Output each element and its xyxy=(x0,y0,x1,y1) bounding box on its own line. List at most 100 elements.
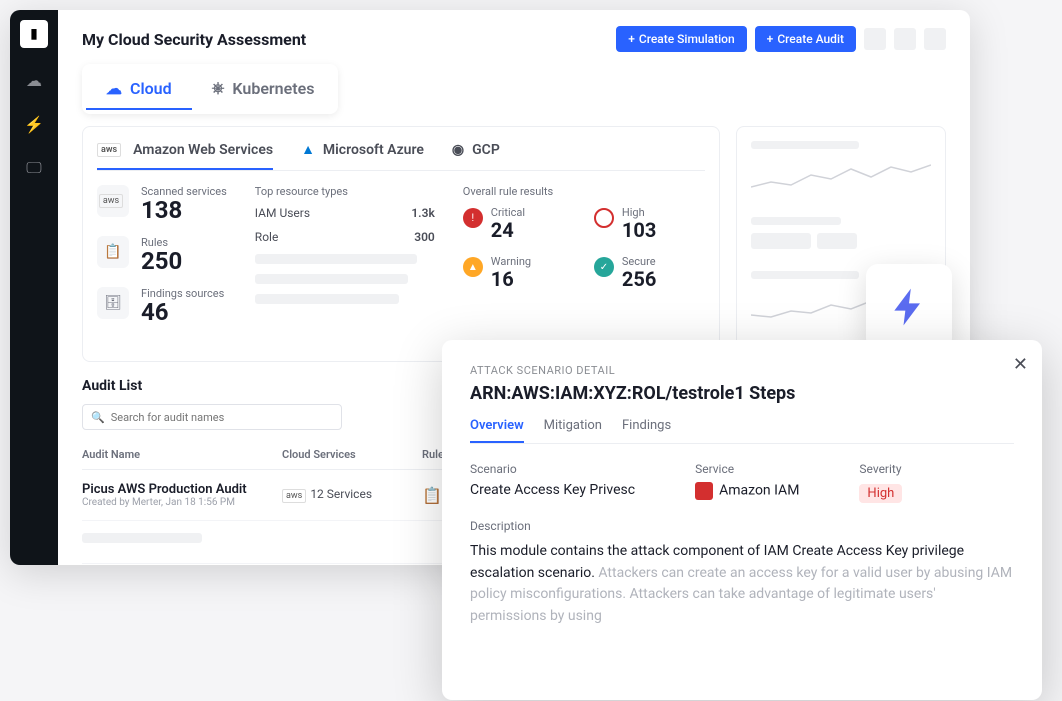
stat-findings: 🗄 Findings sources46 xyxy=(97,287,227,324)
database-icon: 🗄 xyxy=(97,287,129,319)
detail-description: Description This module contains the att… xyxy=(470,519,1014,628)
placeholder-line xyxy=(751,271,859,279)
desc-label: Description xyxy=(470,519,1014,533)
stat-scanned: aws Scanned services138 xyxy=(97,185,227,222)
detail-title: ARN:AWS:IAM:XYZ:ROL/testrole1 Steps xyxy=(470,383,1014,404)
meta-value: Create Access Key Privesc xyxy=(470,482,635,498)
placeholder-line xyxy=(751,141,859,149)
action-placeholder[interactable] xyxy=(924,28,946,50)
provider-gcp[interactable]: ◉ GCP xyxy=(452,141,500,170)
main-panel: awsAmazon Web Services ▲Microsoft Azure … xyxy=(82,126,720,362)
resource-label: Role xyxy=(255,230,279,244)
placeholder-line xyxy=(82,533,202,543)
resource-types: Top resource types IAM Users 1.3k Role 300 xyxy=(255,185,435,324)
rules-heading: Overall rule results xyxy=(463,185,705,198)
audit-name: Picus AWS Production Audit xyxy=(82,482,282,497)
critical-icon: ! xyxy=(463,208,483,228)
detail-tab-overview[interactable]: Overview xyxy=(470,418,524,443)
tab-kubernetes[interactable]: ⎈ Kubernetes xyxy=(192,68,335,110)
aws-icon: aws xyxy=(97,143,121,157)
create-audit-label: Create Audit xyxy=(777,32,844,46)
meta-severity: Severity High xyxy=(859,462,902,501)
audit-meta: Created by Merter, Jan 18 1:56 PM xyxy=(82,497,282,508)
sparkline-chart xyxy=(751,157,931,197)
k8s-icon: ⎈ xyxy=(212,78,225,98)
severity-badge: High xyxy=(859,484,902,503)
search-box[interactable]: 🔍 xyxy=(82,404,342,430)
clipboard-icon: 📋 xyxy=(97,236,129,268)
placeholder-chip xyxy=(751,233,811,249)
tab-cloud[interactable]: ☁ Cloud xyxy=(86,68,192,110)
resource-value: 300 xyxy=(414,230,435,244)
create-simulation-button[interactable]: + Create Simulation xyxy=(616,26,746,52)
left-sidebar: ▮ ☁ ⚡ 🖵 xyxy=(10,10,58,565)
rule-value: 103 xyxy=(622,219,656,241)
close-button[interactable]: ✕ xyxy=(1013,354,1028,375)
main-tabs: ☁ Cloud ⎈ Kubernetes xyxy=(82,64,338,114)
stat-rules-value: 250 xyxy=(141,249,182,273)
meta-label: Scenario xyxy=(470,462,635,476)
resource-value: 1.3k xyxy=(411,206,434,220)
placeholder-chip xyxy=(817,233,857,249)
aws-icon: aws xyxy=(282,489,306,503)
stats-grid: aws Scanned services138 📋 Rules250 🗄 Fin… xyxy=(97,185,705,324)
search-icon: 🔍 xyxy=(91,411,105,424)
stat-rules: 📋 Rules250 xyxy=(97,236,227,273)
meta-service: Service Amazon IAM xyxy=(695,462,799,501)
stat-scanned-value: 138 xyxy=(141,198,227,222)
page-title: My Cloud Security Assessment xyxy=(82,30,306,49)
provider-gcp-label: GCP xyxy=(472,142,500,158)
high-icon xyxy=(590,204,618,232)
monitor-icon[interactable]: 🖵 xyxy=(22,156,46,180)
detail-tab-findings[interactable]: Findings xyxy=(622,418,671,443)
resource-row: Role 300 xyxy=(255,230,435,244)
meta-scenario: Scenario Create Access Key Privesc xyxy=(470,462,635,501)
col-audit-name: Audit Name xyxy=(82,448,282,461)
action-placeholder[interactable] xyxy=(864,28,886,50)
create-audit-button[interactable]: + Create Audit xyxy=(755,26,856,52)
create-sim-label: Create Simulation xyxy=(639,32,735,46)
placeholder-row xyxy=(255,254,417,264)
attack-detail-panel: ✕ ATTACK SCENARIO DETAIL ARN:AWS:IAM:XYZ… xyxy=(442,340,1042,700)
gcp-icon: ◉ xyxy=(452,142,464,158)
placeholder-row xyxy=(255,294,399,304)
rule-value: 256 xyxy=(622,268,656,290)
meta-label: Severity xyxy=(859,462,902,476)
detail-eyebrow: ATTACK SCENARIO DETAIL xyxy=(470,364,1014,377)
rule-value: 24 xyxy=(491,219,525,241)
service-name: Amazon IAM xyxy=(719,483,799,499)
meta-label: Service xyxy=(695,462,799,476)
flash-badge xyxy=(866,264,952,350)
rule-critical: !Critical24 xyxy=(463,206,574,241)
rule-value: 16 xyxy=(491,268,531,290)
rule-results: Overall rule results !Critical24 High103… xyxy=(463,185,705,324)
warning-icon: ▲ xyxy=(463,257,483,277)
lightning-icon[interactable]: ⚡ xyxy=(22,112,46,136)
search-input[interactable] xyxy=(111,411,333,424)
provider-aws[interactable]: aws Amazon Web Services xyxy=(97,141,273,170)
col-cloud-services: Cloud Services xyxy=(282,448,422,461)
detail-tab-mitigation[interactable]: Mitigation xyxy=(544,418,602,443)
app-logo[interactable]: ▮ xyxy=(20,20,48,48)
provider-aws-label: Amazon Web Services xyxy=(133,142,273,158)
lightning-icon xyxy=(887,285,931,329)
rule-secure: ✓Secure256 xyxy=(594,255,705,290)
summary-stats: aws Scanned services138 📋 Rules250 🗄 Fin… xyxy=(97,185,227,324)
tab-cloud-label: Cloud xyxy=(130,79,172,98)
iam-icon xyxy=(695,482,713,500)
rule-high: High103 xyxy=(594,206,705,241)
resource-label: IAM Users xyxy=(255,206,310,220)
cloud-icon[interactable]: ☁ xyxy=(22,68,46,92)
provider-azure[interactable]: ▲Microsoft Azure xyxy=(301,141,424,170)
secure-icon: ✓ xyxy=(594,257,614,277)
resource-row: IAM Users 1.3k xyxy=(255,206,435,220)
stat-findings-value: 46 xyxy=(141,300,224,324)
cloud-icon: ☁ xyxy=(106,79,122,98)
action-placeholder[interactable] xyxy=(894,28,916,50)
detail-meta: Scenario Create Access Key Privesc Servi… xyxy=(470,462,1014,501)
resources-heading: Top resource types xyxy=(255,185,435,198)
tab-k8s-label: Kubernetes xyxy=(232,79,314,98)
audit-services: 12 Services xyxy=(310,487,372,501)
placeholder-row xyxy=(255,274,408,284)
rule-warning: ▲Warning16 xyxy=(463,255,574,290)
